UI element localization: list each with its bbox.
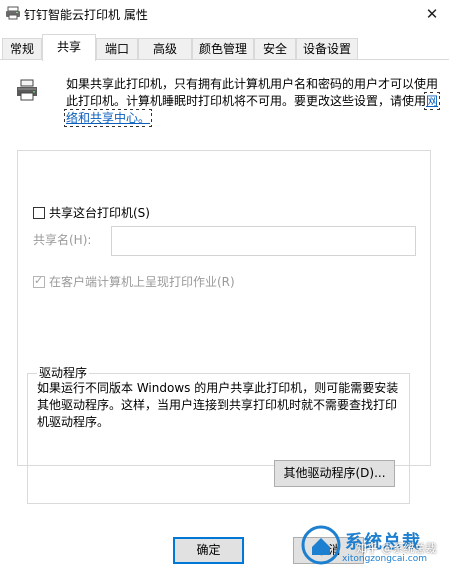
share-name-input[interactable] [111,226,416,256]
tab-security[interactable]: 安全 [254,38,296,60]
drivers-description: 如果运行不同版本 Windows 的用户共享此打印机，则可能需要安装其他驱动程序… [37,381,399,429]
share-name-label: 共享名(H): [33,233,92,247]
tab-general[interactable]: 常规 [2,38,42,60]
title-bar: 钉钉智能云打印机 属性 ✕ [0,0,449,28]
printer-icon [6,6,20,20]
additional-drivers-button[interactable]: 其他驱动程序(D)... [274,460,395,487]
tab-advanced[interactable]: 高级 [138,38,192,60]
render-jobs-option[interactable]: 在客户端计算机上呈现打印作业(R) [33,273,235,290]
ok-button[interactable]: 确定 [173,537,244,564]
window-title: 钉钉智能云打印机 属性 [24,8,148,22]
sharing-info-text: 如果共享此打印机，只有拥有此计算机用户名和密码的用户才可以使用此打印机。计算机睡… [63,76,446,127]
tab-device-settings[interactable]: 设备设置 [296,38,358,60]
render-jobs-checkbox[interactable] [33,274,45,288]
tab-sharing[interactable]: 共享 [42,34,96,61]
close-button[interactable]: ✕ [415,0,449,28]
share-printer-checkbox[interactable] [33,206,45,219]
share-printer-label: 共享这台打印机(S) [49,206,150,220]
printer-icon [17,79,37,101]
sharing-info-body: 如果共享此打印机，只有拥有此计算机用户名和密码的用户才可以使用此打印机。计算机睡… [66,77,439,108]
watermark-url: xitongzongcai.com [342,554,427,564]
drivers-group-title: 驱动程序 [37,364,90,381]
tab-ports[interactable]: 端口 [96,38,138,60]
tab-strip: 常规 共享 端口 高级 颜色管理 安全 设备设置 [0,34,449,61]
render-jobs-label: 在客户端计算机上呈现打印作业(R) [49,275,235,289]
close-icon: ✕ [425,4,439,23]
tab-color-management[interactable]: 颜色管理 [192,38,254,60]
share-printer-option[interactable]: 共享这台打印机(S) [33,204,152,221]
